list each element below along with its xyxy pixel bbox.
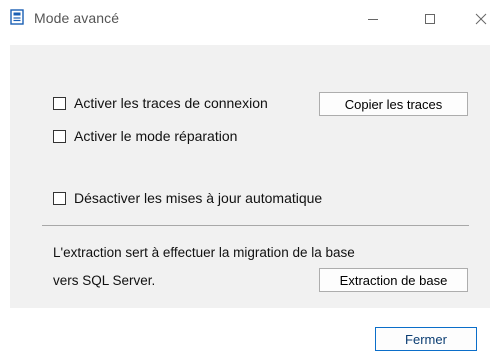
checkbox-disable-auto-updates[interactable] <box>53 191 66 205</box>
separator <box>42 225 469 226</box>
extract-database-button[interactable]: Extraction de base <box>319 268 468 292</box>
app-icon <box>10 9 24 25</box>
checkbox-repair-mode[interactable] <box>53 129 66 143</box>
option-repair-mode[interactable]: Activer le mode réparation <box>53 128 237 144</box>
info-text-line2: vers SQL Server. <box>53 273 156 288</box>
info-text-line1: L'extraction sert à effectuer la migrati… <box>53 245 355 260</box>
maximize-icon <box>425 14 435 24</box>
minimize-icon <box>368 19 378 20</box>
title-bar: Mode avancé <box>0 0 502 44</box>
checkbox-enable-traces[interactable] <box>53 96 66 110</box>
window-title: Mode avancé <box>34 10 120 26</box>
close-icon <box>475 13 487 25</box>
close-button[interactable]: Fermer <box>375 327 477 351</box>
maximize-button[interactable] <box>412 4 448 34</box>
option-disable-auto-updates[interactable]: Désactiver les mises à jour automatique <box>53 190 322 206</box>
copy-traces-button[interactable]: Copier les traces <box>319 92 468 116</box>
close-window-button[interactable] <box>463 4 499 34</box>
option-enable-traces[interactable]: Activer les traces de connexion <box>53 95 268 111</box>
option-repair-mode-label: Activer le mode réparation <box>74 128 238 144</box>
option-enable-traces-label: Activer les traces de connexion <box>74 95 268 111</box>
option-disable-auto-updates-label: Désactiver les mises à jour automatique <box>74 190 323 206</box>
minimize-button[interactable] <box>355 4 391 34</box>
